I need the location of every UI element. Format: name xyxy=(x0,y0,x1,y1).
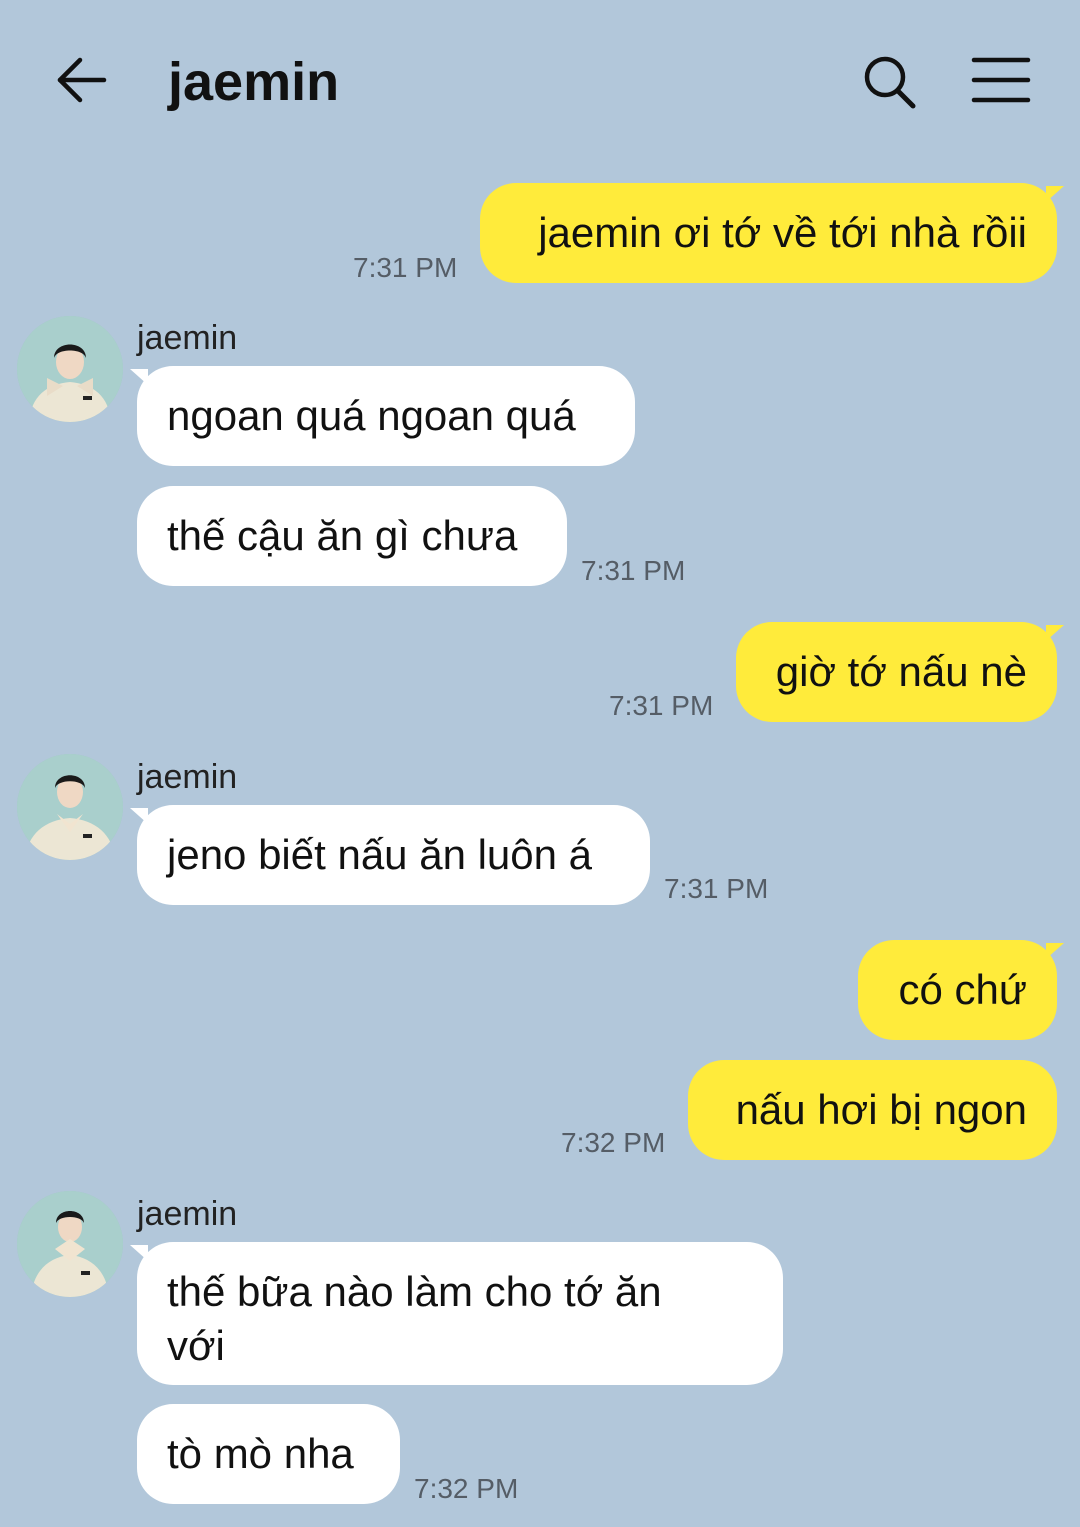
message-text: tò mò nha xyxy=(167,1430,354,1477)
menu-icon xyxy=(971,57,1031,103)
my-message-bubble[interactable]: jaemin ơi tớ về tới nhà rồii xyxy=(480,183,1057,283)
my-message-bubble[interactable]: nấu hơi bị ngon xyxy=(688,1060,1057,1160)
bubble-tail xyxy=(130,1245,148,1261)
their-message-bubble[interactable]: thế cậu ăn gì chưa xyxy=(137,486,567,586)
their-message-bubble[interactable]: ngoan quá ngoan quá xyxy=(137,366,635,466)
message-time: 7:31 PM xyxy=(353,252,458,283)
chat-screen: jaemin 7:31 PM jaemin ơi tớ về tới nhà r… xyxy=(0,0,1080,1527)
avatar[interactable] xyxy=(17,1191,123,1297)
message-text: ngoan quá ngoan quá xyxy=(167,392,576,439)
message-time: 7:32 PM xyxy=(414,1473,519,1504)
message-text: thế bữa nào làm cho tớ ăn với xyxy=(167,1268,662,1369)
my-message-bubble[interactable]: có chứ xyxy=(858,940,1057,1040)
message-time: 7:32 PM xyxy=(561,1127,666,1158)
their-message-bubble[interactable]: tò mò nha xyxy=(137,1404,400,1504)
avatar-photo-icon xyxy=(17,754,123,860)
sender-name: jaemin xyxy=(137,1195,238,1233)
their-message-bubble[interactable]: jeno biết nấu ăn luôn á xyxy=(137,805,650,905)
message-time: 7:31 PM xyxy=(609,690,714,721)
bubble-tail xyxy=(1046,943,1064,959)
avatar[interactable] xyxy=(17,316,123,422)
search-icon xyxy=(864,56,916,109)
sender-name: jaemin xyxy=(137,758,238,796)
message-text: nấu hơi bị ngon xyxy=(735,1086,1027,1133)
chat-header: jaemin xyxy=(0,0,1080,160)
message-text: jaemin ơi tớ về tới nhà rồii xyxy=(538,209,1027,256)
bubble-tail xyxy=(130,808,148,824)
message-text: jeno biết nấu ăn luôn á xyxy=(167,831,593,878)
message-text: có chứ xyxy=(898,966,1027,1013)
back-arrow-icon xyxy=(57,57,107,103)
avatar-photo-icon xyxy=(17,1191,123,1297)
menu-button[interactable] xyxy=(968,52,1034,108)
message-text: giờ tớ nấu nè xyxy=(775,648,1027,695)
sender-name: jaemin xyxy=(137,319,238,357)
my-message-bubble[interactable]: giờ tớ nấu nè xyxy=(736,622,1057,722)
message-text: thế cậu ăn gì chưa xyxy=(167,512,518,559)
avatar-photo-icon xyxy=(17,316,123,422)
bubble-tail xyxy=(130,369,148,385)
bubble-tail xyxy=(1046,625,1064,641)
avatar[interactable] xyxy=(17,754,123,860)
back-button[interactable] xyxy=(50,50,114,114)
search-button[interactable] xyxy=(858,50,922,114)
message-time: 7:31 PM xyxy=(664,873,769,904)
chat-title: jaemin xyxy=(168,52,340,112)
bubble-tail xyxy=(1046,186,1064,202)
message-time: 7:31 PM xyxy=(581,555,686,586)
their-message-bubble[interactable]: thế bữa nào làm cho tớ ăn với xyxy=(137,1242,783,1385)
